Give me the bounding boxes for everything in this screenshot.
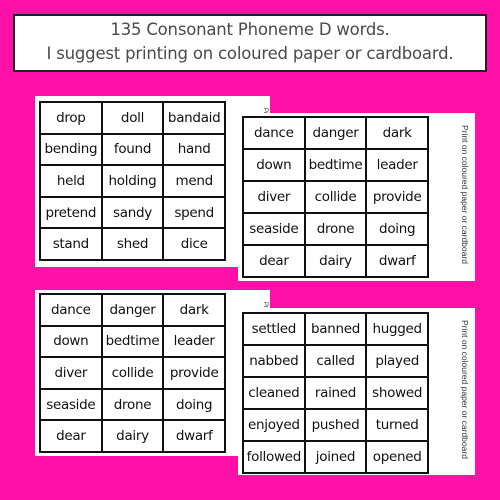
header-line-2: I suggest printing on coloured paper or … xyxy=(46,44,454,63)
word-card-4: settled banned hugged nabbed called played cle… xyxy=(238,308,475,475)
word-grid: dance danger dark down bedtime leader diver col… xyxy=(39,293,226,453)
word-cell: dairy xyxy=(304,245,367,277)
word-cell: drone xyxy=(304,213,367,245)
word-cell: danger xyxy=(304,117,367,149)
word-cell: down xyxy=(40,325,102,358)
word-cell: dark xyxy=(163,294,225,326)
word-cell: diver xyxy=(243,181,305,213)
word-cell: hand xyxy=(163,133,225,166)
word-cell: danger xyxy=(101,294,164,326)
word-card-2: dance danger dark down bedtime leader diver col… xyxy=(238,113,475,281)
word-cell: mend xyxy=(163,165,225,197)
word-cell: bedtime xyxy=(101,325,164,358)
word-cell: followed xyxy=(243,441,305,473)
word-cell: enjoyed xyxy=(243,409,305,441)
word-cell: rained xyxy=(304,377,367,409)
word-cell: seaside xyxy=(40,388,102,421)
word-cell: doing xyxy=(366,213,428,245)
word-cell: drone xyxy=(101,388,164,421)
word-cell: collide xyxy=(101,357,164,389)
word-cell: bandaid xyxy=(163,102,225,134)
word-cell: seaside xyxy=(243,213,305,245)
word-cell: pushed xyxy=(304,409,367,441)
word-cell: dance xyxy=(243,117,305,149)
word-cell: diver xyxy=(40,357,102,389)
word-cell: played xyxy=(366,345,428,377)
word-cell: turned xyxy=(366,409,428,441)
word-cell: spend xyxy=(163,196,225,229)
word-cell: provide xyxy=(366,181,428,213)
word-cell: dark xyxy=(366,117,428,149)
word-grid: dance danger dark down bedtime leader diver col… xyxy=(242,116,429,278)
word-cell: sandy xyxy=(101,196,164,229)
word-cell: leader xyxy=(163,325,225,358)
word-cell: pretend xyxy=(40,196,102,229)
word-cell: dwarf xyxy=(366,245,428,277)
word-cell: found xyxy=(101,133,164,166)
word-cell: down xyxy=(243,149,305,181)
word-cell: drop xyxy=(40,102,102,134)
word-cell: dice xyxy=(163,228,225,260)
print-instruction-note: Print on coloured paper or cardboard xyxy=(460,320,470,459)
word-cell: opened xyxy=(366,441,428,473)
word-cell: dear xyxy=(243,245,305,277)
word-cell: holding xyxy=(101,165,164,197)
word-cell: doing xyxy=(163,388,225,421)
word-cell: shed xyxy=(101,228,164,260)
word-cell: provide xyxy=(163,357,225,389)
word-cell: showed xyxy=(366,377,428,409)
word-cell: called xyxy=(304,345,367,377)
word-card-3: dance danger dark down bedtime leader diver col… xyxy=(35,290,270,456)
header-banner: 135 Consonant Phoneme D words. I suggest… xyxy=(13,14,487,72)
word-card-1: drop doll bandaid bending found hand held holdi… xyxy=(35,96,270,267)
word-cell: hugged xyxy=(366,313,428,345)
word-cell: bedtime xyxy=(304,149,367,181)
word-cell: dance xyxy=(40,294,102,326)
word-cell: dear xyxy=(40,420,102,452)
word-grid: drop doll bandaid bending found hand held holdi… xyxy=(39,101,226,261)
word-cell: bending xyxy=(40,133,102,166)
header-line-1: 135 Consonant Phoneme D words. xyxy=(110,20,390,39)
word-grid: settled banned hugged nabbed called played cle… xyxy=(242,312,429,474)
word-cell: nabbed xyxy=(243,345,305,377)
word-cell: dwarf xyxy=(163,420,225,452)
word-cell: settled xyxy=(243,313,305,345)
print-instruction-note: Print on coloured paper or cardboard xyxy=(460,125,470,264)
word-cell: leader xyxy=(366,149,428,181)
word-cell: collide xyxy=(304,181,367,213)
word-cell: stand xyxy=(40,228,102,260)
word-cell: held xyxy=(40,165,102,197)
word-cell: cleaned xyxy=(243,377,305,409)
word-cell: doll xyxy=(101,102,164,134)
word-cell: joined xyxy=(304,441,367,473)
word-cell: banned xyxy=(304,313,367,345)
word-cell: dairy xyxy=(101,420,164,452)
